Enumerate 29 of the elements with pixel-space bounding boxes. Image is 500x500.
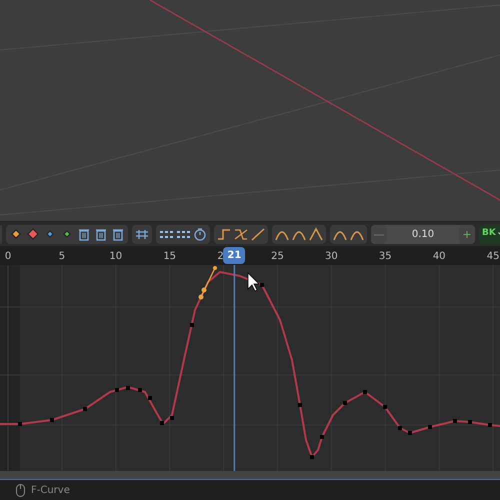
keyframe-button[interactable] <box>25 226 41 242</box>
keyframe-icon <box>25 226 41 242</box>
frame-number: 2 <box>217 250 224 264</box>
step-field[interactable]: — 0.10 + <box>371 224 475 244</box>
decrement-button[interactable]: — <box>371 224 387 244</box>
handle-drawing[interactable] <box>198 266 217 300</box>
current-frame-indicator[interactable]: 21 <box>223 247 246 264</box>
peak-curve-icon <box>308 226 324 242</box>
scrollbar[interactable] <box>0 471 500 480</box>
cursor-icon <box>248 272 260 292</box>
frame-number: 0 <box>4 250 12 264</box>
timer-icon <box>192 226 208 242</box>
increment-button[interactable]: + <box>459 224 475 244</box>
frame-number: 5 <box>58 250 66 264</box>
frame-number: 30 <box>325 250 338 264</box>
mouse-icon <box>16 484 25 496</box>
frame-number: 10 <box>109 250 122 264</box>
bake-dropdown[interactable]: BK <box>479 224 500 244</box>
status-text: F-Curve <box>31 484 70 498</box>
playhead-line[interactable] <box>234 265 236 471</box>
peak-curve-button[interactable] <box>308 226 324 242</box>
frame-number: 45 <box>486 250 500 264</box>
frame-number: 15 <box>163 250 176 264</box>
frame-number: 25 <box>271 250 284 264</box>
linear-curve-button[interactable] <box>250 226 266 242</box>
linear-curve-icon <box>250 226 266 242</box>
timer-button[interactable] <box>192 226 208 242</box>
frame-number: 40 <box>432 250 446 264</box>
frame-number: 35 <box>378 250 392 264</box>
